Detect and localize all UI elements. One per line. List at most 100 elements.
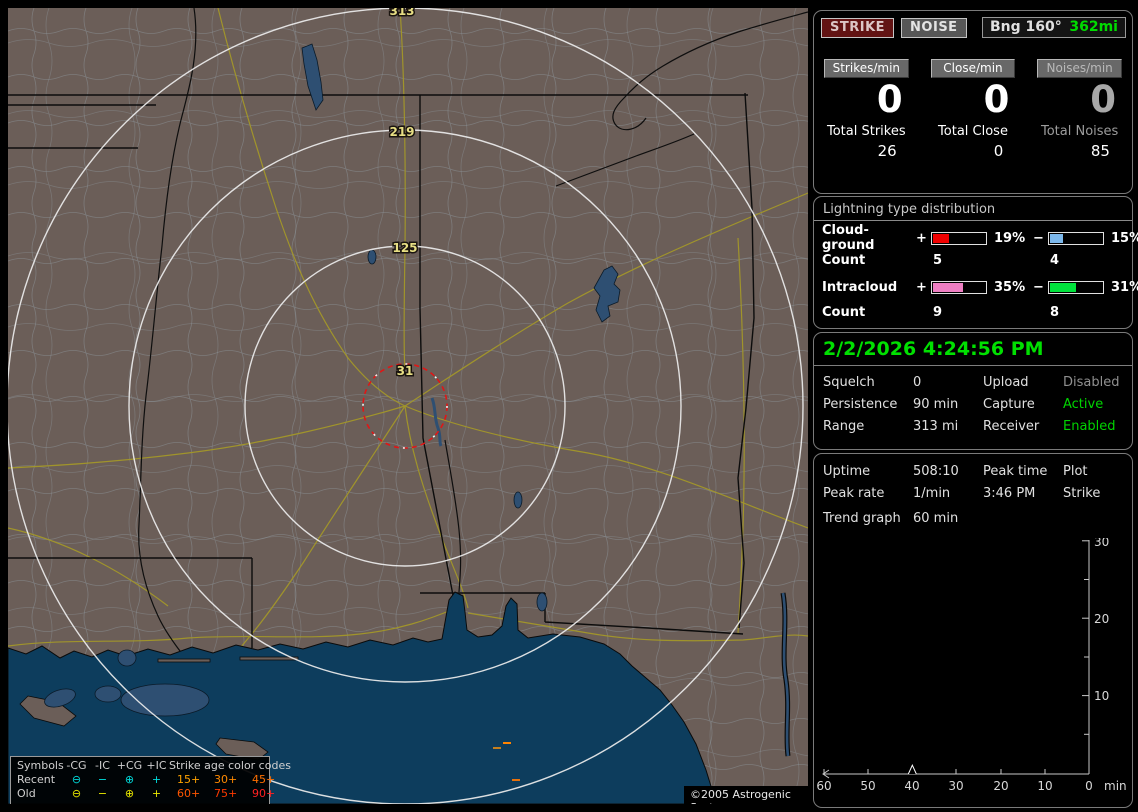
strikes-per-min-button[interactable]: Strikes/min <box>824 59 909 78</box>
strikes-column: Strikes/min 0 Total Strikes 26 <box>824 59 909 160</box>
session-panel: Uptime 508:10 Peak time Plot Peak rate 1… <box>813 453 1133 808</box>
bearing-readout: Bng 160° 362mi <box>982 17 1126 38</box>
legend-recent-label: Recent <box>17 773 56 786</box>
close-per-min-button[interactable]: Close/min <box>930 59 1016 78</box>
cg-positive-pct: 19% <box>994 230 1026 246</box>
total-close-label: Total Close <box>938 124 1008 139</box>
ic-negative-count: 8 <box>1050 305 1060 320</box>
recent-pos-ic-icon: + <box>151 773 162 786</box>
trend-strike-spike <box>907 763 917 775</box>
status-panel: 2/2/2026 4:24:56 PM Squelch 0 Upload Dis… <box>813 332 1133 450</box>
cloud-ground-row: Cloud-ground + 19% − 15% <box>814 223 1138 253</box>
map-canvas: 313 219 125 31 <box>8 8 808 804</box>
cloud-ground-label: Cloud-ground <box>822 223 875 253</box>
recent-pos-cg-icon: ⊕ <box>124 773 135 786</box>
cg-negative-count: 4 <box>1050 253 1060 268</box>
trend-x-50: 50 <box>860 779 875 793</box>
distribution-title: Lightning type distribution <box>814 197 1132 221</box>
persistence-label: Persistence <box>823 397 898 412</box>
total-noises-value: 85 <box>1090 142 1110 160</box>
noise-toggle-button[interactable]: NOISE <box>901 17 967 38</box>
legend-neg-ic-header: -IC <box>95 759 110 772</box>
trend-window-value: 60 min <box>913 511 959 526</box>
noises-per-min-value: 0 <box>1090 78 1116 121</box>
trend-y-ticks <box>1082 540 1089 735</box>
plus-sign: + <box>916 230 927 246</box>
persistence-value: 90 min <box>913 397 959 412</box>
intracloud-label: Intracloud <box>822 280 898 295</box>
ic-negative-pct: 31% <box>1111 280 1138 295</box>
recent-neg-ic-icon: − <box>97 773 108 786</box>
trend-y-20: 20 <box>1094 612 1109 626</box>
noises-column: Noises/min 0 Total Noises 85 <box>1037 59 1122 160</box>
uptime-label: Uptime <box>823 464 871 479</box>
range-label: Range <box>823 419 865 434</box>
trend-x-30: 30 <box>948 779 963 793</box>
trend-graph: 30 20 10 60 50 40 30 20 10 0 min <box>816 538 1127 793</box>
cg-negative-bar <box>1048 231 1104 245</box>
squelch-label: Squelch <box>823 375 875 390</box>
upload-label: Upload <box>983 375 1029 390</box>
peak-time-value: 3:46 PM <box>983 486 1036 501</box>
minus-sign: − <box>1033 230 1044 246</box>
bearing-distance: 362mi <box>1069 19 1118 35</box>
trend-x-unit: min <box>1104 779 1127 793</box>
trend-x-60: 60 <box>816 779 831 793</box>
receiver-label: Receiver <box>983 419 1040 434</box>
upload-status: Disabled <box>1063 375 1120 390</box>
count-label: Count <box>822 305 866 320</box>
legend-symbols-header: Symbols <box>17 759 64 772</box>
close-column: Close/min 0 Total Close 0 <box>930 59 1016 160</box>
legend-neg-cg-header: -CG <box>66 759 87 772</box>
plus-sign: + <box>916 280 927 295</box>
total-close-value: 0 <box>993 142 1004 160</box>
close-per-min-value: 0 <box>983 78 1010 121</box>
copyright-notice: ©2005 Astrogenic Systems <box>684 786 808 804</box>
trend-x-ticks <box>823 769 1046 774</box>
cg-positive-count: 5 <box>933 253 943 268</box>
count-label: Count <box>822 253 866 268</box>
trend-graph-label: Trend graph <box>823 511 901 526</box>
old-neg-cg-icon: ⊖ <box>71 787 82 800</box>
datetime-display: 2/2/2026 4:24:56 PM <box>814 333 1132 366</box>
ic-positive-count: 9 <box>933 305 943 320</box>
capture-label: Capture <box>983 397 1035 412</box>
age-45: 45+ <box>252 773 276 786</box>
uptime-value: 508:10 <box>913 464 959 479</box>
legend-age-header: Strike age color codes <box>169 759 291 772</box>
recent-neg-cg-icon: ⊖ <box>71 773 82 786</box>
ring-label-125: 125 <box>392 241 417 255</box>
old-neg-ic-icon: − <box>97 787 108 800</box>
total-noises-label: Total Noises <box>1040 124 1119 139</box>
trend-x-40: 40 <box>904 779 919 793</box>
age-90: 90+ <box>252 787 276 800</box>
trend-y-10: 10 <box>1094 689 1109 703</box>
legend-pos-cg-header: +CG <box>116 759 143 772</box>
ic-negative-bar <box>1048 281 1104 294</box>
peak-rate-value: 1/min <box>913 486 951 501</box>
minus-sign: − <box>1033 280 1044 295</box>
symbol-legend: Symbols -CG -IC +CG +IC Strike age color… <box>10 756 291 804</box>
peak-time-header: Peak time <box>983 464 1048 479</box>
squelch-value: 0 <box>913 375 922 390</box>
old-pos-ic-icon: + <box>151 787 162 800</box>
intracloud-count-row: Count 9 8 <box>814 300 1132 325</box>
age-75: 75+ <box>214 787 238 800</box>
trend-x-0: 0 <box>1085 779 1093 793</box>
cg-negative-pct: 15% <box>1111 230 1138 246</box>
lightning-map[interactable]: 313 219 125 31 Symbols -CG -IC +CG +IC S… <box>8 8 808 804</box>
noises-per-min-button[interactable]: Noises/min <box>1037 59 1122 78</box>
receiver-status: Enabled <box>1063 419 1116 434</box>
strike-toggle-button[interactable]: STRIKE <box>821 17 895 38</box>
peak-rate-label: Peak rate <box>823 486 885 501</box>
plot-mode-value: Strike <box>1063 486 1101 501</box>
ic-positive-pct: 35% <box>994 280 1026 295</box>
cg-positive-bar <box>931 231 987 245</box>
age-60: 60+ <box>177 787 201 800</box>
age-15: 15+ <box>177 773 201 786</box>
ring-label-219: 219 <box>389 125 414 139</box>
ring-label-31: 31 <box>397 364 414 378</box>
old-pos-cg-icon: ⊕ <box>124 787 135 800</box>
plot-header: Plot <box>1063 464 1088 479</box>
ic-positive-bar <box>931 281 987 294</box>
